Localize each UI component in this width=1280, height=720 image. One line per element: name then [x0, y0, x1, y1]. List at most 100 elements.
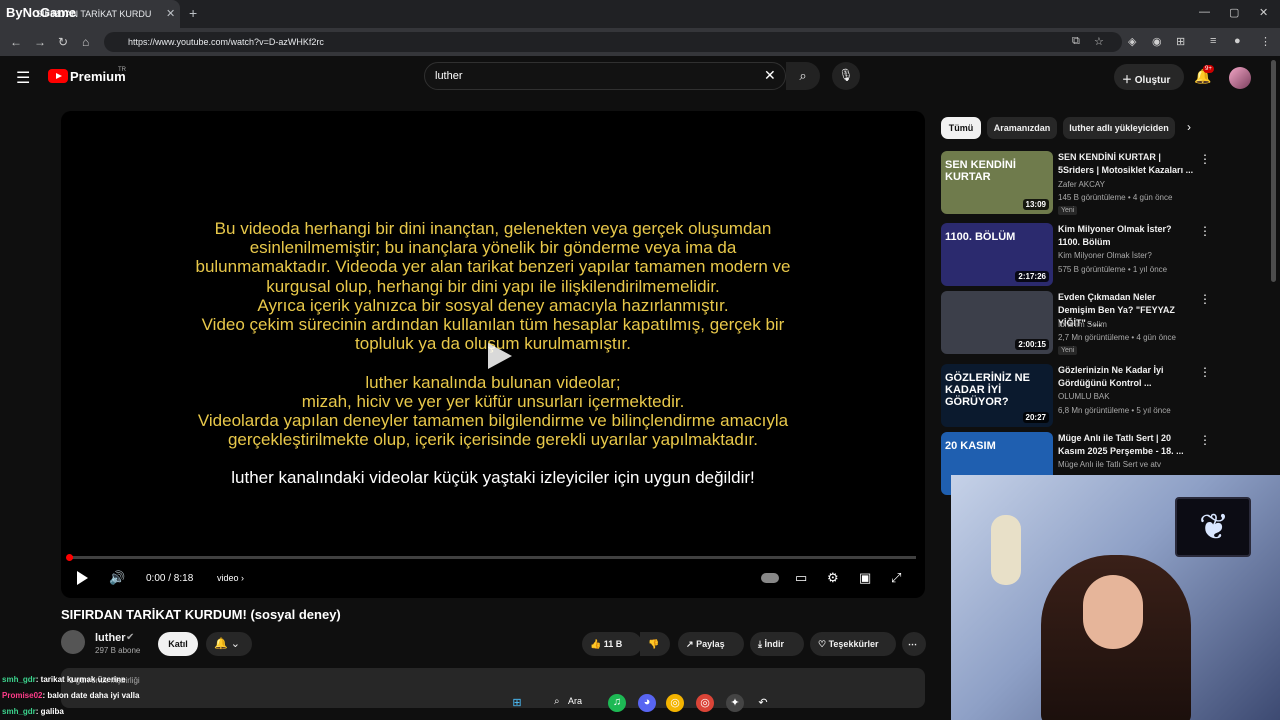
related-video-title[interactable]: Gözlerinizin Ne Kadar İyi Gördüğünü Kont… — [1058, 364, 1194, 390]
chat-username: Promise02 — [2, 691, 43, 700]
related-video-meta: 145 B görüntüleme • 4 gün önce — [1058, 193, 1173, 202]
video-thumbnail[interactable]: 1100. BÖLÜM 2:17:26 — [941, 223, 1053, 286]
more-options-icon[interactable]: ⋮ — [1199, 365, 1211, 379]
progress-bar[interactable] — [70, 556, 916, 559]
search-button[interactable]: ⌕ — [786, 62, 820, 90]
related-video-item[interactable]: 2:00:15 Evden Çıkmadan Neler Demişim Ben … — [941, 291, 1280, 357]
fullscreen-icon[interactable]: ⤢ — [891, 570, 901, 586]
related-video-meta: 6,8 Mn görüntüleme • 5 yıl önce — [1058, 406, 1171, 415]
youtube-header: ☰ Premium TR luther ✕ ⌕ 🎙 ＋ Oluştur 🔔 9+ — [0, 56, 1280, 98]
country-code: TR — [118, 67, 126, 73]
related-video-item[interactable]: GÖZLERİNİZ NE KADAR İYİ GÖRÜYOR? 20:27 Göz… — [941, 364, 1280, 430]
share-button[interactable]: ↗ Paylaş — [678, 632, 744, 656]
menu-dots-icon[interactable]: ⋮ — [1260, 35, 1271, 48]
maximize-icon[interactable]: ▢ — [1229, 6, 1239, 19]
video-thumbnail[interactable]: SEN KENDİNİ KURTAR 13:09 — [941, 151, 1053, 214]
cast-icon[interactable]: ⧉ — [1072, 35, 1080, 48]
time-display: 0:00 / 8:18 — [146, 573, 194, 584]
bookmark-star-icon[interactable]: ☆ — [1094, 35, 1104, 48]
chat-username: smh_gdr — [2, 675, 36, 684]
chapter-button[interactable]: video › — [217, 573, 244, 583]
spotify-icon[interactable]: ♫ — [608, 694, 626, 712]
more-actions-button[interactable]: ⋯ — [902, 632, 926, 656]
forward-icon[interactable]: → — [34, 35, 46, 49]
progress-scrubber[interactable] — [66, 554, 73, 561]
related-video-channel[interactable]: Müge Anlı ile Tatlı Sert ve atv — [1058, 460, 1161, 469]
profile-icon[interactable]: ● — [1234, 35, 1241, 47]
home-icon[interactable]: ⌂ — [82, 35, 89, 49]
related-video-channel[interactable]: İbrahim Selim — [1058, 320, 1107, 329]
related-video-channel[interactable]: Kim Milyoner Olmak İster? — [1058, 251, 1152, 260]
new-tab-icon[interactable]: + — [189, 5, 197, 21]
related-video-channel[interactable]: Zafer AKCAY — [1058, 180, 1105, 189]
chip-from-search[interactable]: Aramanızdan — [987, 117, 1057, 139]
theater-mode-icon[interactable]: ▣ — [859, 570, 871, 586]
channel-avatar[interactable] — [61, 630, 85, 654]
related-video-channel[interactable]: OLUMLU BAK — [1058, 392, 1110, 401]
more-options-icon[interactable]: ⋮ — [1199, 433, 1211, 447]
join-button[interactable]: Katıl — [158, 632, 198, 656]
scrollbar[interactable] — [1271, 60, 1276, 282]
download-button[interactable]: ⤓ İndir — [750, 632, 804, 656]
subtitles-icon[interactable]: ▭ — [795, 570, 807, 586]
video-player[interactable]: Bu videoda herhangi bir dini inançtan, g… — [61, 111, 925, 598]
discord-icon[interactable]: ◕ — [638, 694, 656, 712]
mic-icon: 🎙 — [838, 68, 854, 82]
chip-from-uploader[interactable]: luther adlı yükleyiciden — [1063, 117, 1175, 139]
search-input[interactable]: luther — [424, 62, 786, 90]
video-thumbnail[interactable]: GÖZLERİNİZ NE KADAR İYİ GÖRÜYOR? 20:27 — [941, 364, 1053, 427]
video-thumbnail[interactable]: 2:00:15 — [941, 291, 1053, 354]
taskbar-search-label[interactable]: Ara — [568, 696, 582, 706]
more-options-icon[interactable]: ⋮ — [1199, 292, 1211, 306]
more-options-icon[interactable]: ⋮ — [1199, 224, 1211, 238]
youtube-logo-icon[interactable] — [48, 69, 68, 83]
chrome-icon[interactable]: ◎ — [666, 694, 684, 712]
chip-all[interactable]: Tümü — [941, 117, 981, 139]
chevron-down-icon: ⌄ — [230, 638, 240, 650]
minimize-icon[interactable]: — — [1199, 6, 1210, 18]
hamburger-menu-icon[interactable]: ☰ — [16, 68, 30, 88]
like-button[interactable]: 👍 11 B — [582, 632, 642, 656]
chrome-profile-icon[interactable]: ◎ — [696, 694, 714, 712]
extension-icon[interactable]: ◉ — [1152, 35, 1162, 48]
puzzle-icon[interactable]: ⊞ — [1176, 35, 1185, 48]
url-input[interactable]: https://www.youtube.com/watch?v=D-azWHKf… — [104, 32, 1122, 52]
related-video-title[interactable]: Müge Anlı ile Tatlı Sert | 20 Kasım 2025… — [1058, 432, 1194, 458]
clear-search-icon[interactable]: ✕ — [764, 67, 776, 84]
close-tab-icon[interactable]: ✕ — [166, 7, 175, 20]
related-video-title[interactable]: Kim Milyoner Olmak İster? 1100. Bölüm — [1058, 223, 1194, 249]
related-video-item[interactable]: 1100. BÖLÜM 2:17:26 Kim Milyoner Olmak İst… — [941, 223, 1280, 289]
back-icon[interactable]: ← — [10, 35, 22, 49]
create-button[interactable]: ＋ Oluştur — [1114, 64, 1184, 90]
subscription-bell-button[interactable]: 🔔 ⌄ — [206, 632, 252, 656]
dislike-button[interactable]: 👎 — [640, 632, 670, 656]
windows-start-icon[interactable]: ⊞ — [508, 694, 526, 712]
autoplay-toggle[interactable] — [761, 573, 779, 583]
account-avatar[interactable] — [1229, 67, 1251, 89]
chevron-right-icon[interactable]: › — [1187, 120, 1191, 134]
description-box[interactable]: 1 gün önce #işbirliği — [61, 668, 925, 708]
center-play-icon[interactable] — [480, 339, 514, 373]
thanks-button[interactable]: ♡ Teşekkürler — [810, 632, 896, 656]
related-video-meta: 575 B görüntüleme • 1 yıl önce — [1058, 265, 1168, 274]
disclaimer-line: Videolarda yapılan deneyler tamamen bilg… — [197, 411, 789, 431]
app-icon[interactable]: ✦ — [726, 694, 744, 712]
voice-search-button[interactable]: 🎙 — [832, 62, 860, 90]
related-video-item[interactable]: SEN KENDİNİ KURTAR 13:09 SEN KENDİNİ KURTA… — [941, 151, 1280, 217]
chapter-label: video — [217, 573, 239, 583]
extension-icon[interactable]: ◈ — [1128, 35, 1136, 48]
volume-icon[interactable]: 🔊 — [109, 570, 125, 586]
related-video-title[interactable]: SEN KENDİNİ KURTAR | 5Sriders | Motosikl… — [1058, 151, 1194, 177]
channel-name[interactable]: luther — [95, 632, 126, 644]
search-icon[interactable]: ⌕ — [554, 696, 560, 707]
browser-tab[interactable]: ByNoGame SIFIRDAN TARİKAT KURDU ✕ — [0, 0, 180, 28]
app-arrow-icon[interactable]: ↶ — [754, 694, 772, 712]
play-button[interactable] — [77, 571, 88, 585]
media-icon[interactable]: ≡ — [1210, 35, 1216, 47]
thanks-icon: ♡ — [818, 639, 827, 649]
more-options-icon[interactable]: ⋮ — [1199, 152, 1211, 166]
settings-gear-icon[interactable]: ⚙ — [827, 570, 839, 586]
bynogame-logo: ByNoGame — [6, 5, 77, 20]
close-window-icon[interactable]: ✕ — [1259, 6, 1268, 19]
reload-icon[interactable]: ↻ — [58, 35, 68, 49]
